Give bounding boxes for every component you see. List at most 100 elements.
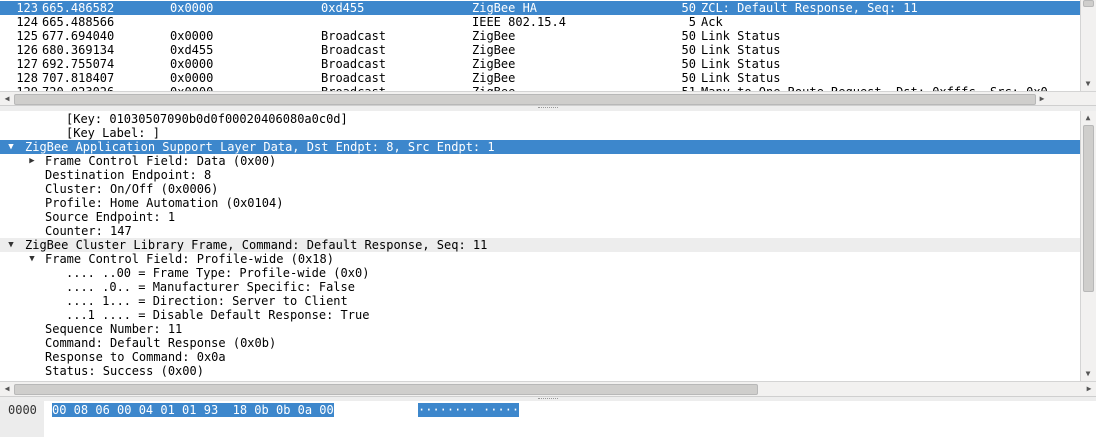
- tree-item[interactable]: [Key: 01030507090b0d0f00020406080a0c0d]: [0, 112, 1081, 126]
- tree-item[interactable]: .... ..00 = Frame Type: Profile-wide (0x…: [0, 266, 1081, 280]
- packet-list-hscroll-thumb[interactable]: [14, 94, 1036, 105]
- tree-item[interactable]: Source Endpoint: 1: [0, 210, 1081, 224]
- offset-column: 0000: [0, 401, 44, 437]
- packet-no-cell: 124: [16, 15, 38, 29]
- packet-row[interactable]: 124 665.488566 IEEE 802.15.4 5 Ack: [0, 15, 1081, 29]
- packet-length-cell: 50: [681, 1, 696, 15]
- tree-item-label: ZigBee Cluster Library Frame, Command: D…: [25, 238, 488, 252]
- packet-list-vertical-scrollbar[interactable]: ▼: [1080, 0, 1096, 91]
- tree-item[interactable]: [Key Label: ]: [0, 126, 1081, 140]
- packet-time-cell: 692.755074: [42, 57, 115, 71]
- tree-item[interactable]: Response to Command: 0x0a: [0, 350, 1081, 364]
- packet-length-cell: 50: [681, 71, 696, 85]
- packet-length-cell: 5: [688, 15, 696, 29]
- tree-item[interactable]: Sequence Number: 11: [0, 322, 1081, 336]
- packet-row[interactable]: 127 692.755074 0x0000 Broadcast ZigBee 50 Link…: [0, 57, 1081, 71]
- tree-section-header[interactable]: ▼ ZigBee Application Support Layer Data, …: [0, 140, 1081, 154]
- tree-item-label: Counter: 147: [45, 224, 132, 238]
- packet-time-cell: 707.818407: [42, 71, 115, 85]
- packet-details-pane: [Key: 01030507090b0d0f00020406080a0c0d][…: [0, 111, 1096, 396]
- tree-item[interactable]: Status: Success (0x00): [0, 364, 1081, 378]
- packet-time-cell: 665.488566: [42, 15, 115, 29]
- scroll-down-arrow-icon[interactable]: ▼: [1082, 368, 1094, 380]
- expand-down-icon[interactable]: ▼: [6, 238, 16, 252]
- tree-item[interactable]: .... 1... = Direction: Server to Client: [0, 294, 1081, 308]
- packet-row[interactable]: 125 677.694040 0x0000 Broadcast ZigBee 50 Link…: [0, 29, 1081, 43]
- ascii-dump-selected[interactable]: ········ ·····: [418, 403, 520, 417]
- packet-row[interactable]: 123 665.486582 0x0000 0xd455 ZigBee HA 50 ZCL:…: [0, 1, 1081, 15]
- tree-item-label: Destination Endpoint: 8: [45, 168, 212, 182]
- packet-protocol-cell: IEEE 802.15.4: [472, 15, 566, 29]
- packet-source-cell: 0x0000: [170, 1, 214, 15]
- tree-item-label: Profile: Home Automation (0x0104): [45, 196, 284, 210]
- packet-no-cell: 128: [16, 71, 38, 85]
- packet-source-cell: 0x0000: [170, 57, 214, 71]
- packet-length-cell: 50: [681, 43, 696, 57]
- tree-item-label: ZigBee Application Support Layer Data, D…: [25, 140, 495, 154]
- packet-no-cell: 126: [16, 43, 38, 57]
- tree-item-label: ...1 .... = Disable Default Response: Tr…: [66, 308, 370, 322]
- tree-item-label: .... 1... = Direction: Server to Client: [66, 294, 348, 308]
- tree-item[interactable]: ▼ Frame Control Field: Profile-wide (0x18…: [0, 252, 1081, 266]
- scroll-up-arrow-icon[interactable]: ▲: [1082, 112, 1094, 124]
- tree-item-label: Status: Success (0x00): [45, 364, 204, 378]
- tree-section-header[interactable]: ▼ ZigBee Cluster Library Frame, Command: …: [0, 238, 1081, 252]
- tree-item-label: [Key Label: ]: [66, 126, 160, 140]
- tree-item[interactable]: Destination Endpoint: 8: [0, 168, 1081, 182]
- details-horizontal-scrollbar[interactable]: ◀ ▶: [0, 381, 1096, 396]
- scroll-right-arrow-icon[interactable]: ▶: [1036, 93, 1048, 105]
- packet-info-cell: Link Status: [701, 57, 781, 71]
- tree-item-label: .... .0.. = Manufacturer Specific: False: [66, 280, 355, 294]
- packet-details-tree: [Key: 01030507090b0d0f00020406080a0c0d][…: [0, 111, 1081, 381]
- scroll-right-arrow-icon[interactable]: ▶: [1083, 383, 1095, 395]
- tree-item[interactable]: Cluster: On/Off (0x0006): [0, 182, 1081, 196]
- packet-row[interactable]: 126 680.369134 0xd455 Broadcast ZigBee 50 Link…: [0, 43, 1081, 57]
- packet-destination-cell: 0xd455: [321, 1, 365, 15]
- tree-item[interactable]: .... .0.. = Manufacturer Specific: False: [0, 280, 1081, 294]
- packet-no-cell: 127: [16, 57, 38, 71]
- tree-item[interactable]: Counter: 147: [0, 224, 1081, 238]
- tree-item[interactable]: Profile: Home Automation (0x0104): [0, 196, 1081, 210]
- tree-item-label: Source Endpoint: 1: [45, 210, 176, 224]
- packet-info-cell: Ack: [701, 15, 723, 29]
- tree-item-label: Cluster: On/Off (0x0006): [45, 182, 219, 196]
- packet-destination-cell: Broadcast: [321, 57, 387, 71]
- scroll-left-arrow-icon[interactable]: ◀: [1, 383, 13, 395]
- packet-protocol-cell: ZigBee HA: [472, 1, 538, 15]
- packet-source-cell: 0x0000: [170, 71, 214, 85]
- details-hscroll-thumb[interactable]: [14, 384, 758, 395]
- tree-item-label: Frame Control Field: Data (0x00): [45, 154, 277, 168]
- details-vertical-scrollbar[interactable]: ▲ ▼: [1080, 111, 1096, 381]
- packet-protocol-cell: ZigBee: [472, 71, 516, 85]
- scroll-down-arrow-icon[interactable]: ▼: [1082, 78, 1094, 90]
- tree-item[interactable]: ▶ Frame Control Field: Data (0x00): [0, 154, 1081, 168]
- tree-item-label: .... ..00 = Frame Type: Profile-wide (0x…: [66, 266, 370, 280]
- scroll-left-arrow-icon[interactable]: ◀: [1, 93, 13, 105]
- packet-destination-cell: Broadcast: [321, 29, 387, 43]
- packet-protocol-cell: ZigBee: [472, 57, 516, 71]
- packet-destination-cell: Broadcast: [321, 71, 387, 85]
- details-vscroll-thumb[interactable]: [1083, 125, 1094, 292]
- tree-item[interactable]: ...1 .... = Disable Default Response: Tr…: [0, 308, 1081, 322]
- packet-row[interactable]: 128 707.818407 0x0000 Broadcast ZigBee 50 Link…: [0, 71, 1081, 85]
- hex-dump-selected[interactable]: 00 08 06 00 04 01 01 93 18 0b 0b 0a 00: [52, 403, 334, 417]
- tree-item-label: [Key: 01030507090b0d0f00020406080a0c0d]: [66, 112, 348, 126]
- tree-item[interactable]: Command: Default Response (0x0b): [0, 336, 1081, 350]
- packet-list-vscroll-thumb[interactable]: [1083, 0, 1094, 7]
- expand-down-icon[interactable]: ▼: [6, 140, 16, 154]
- packet-info-cell: Link Status: [701, 29, 781, 43]
- packet-source-cell: 0x0000: [170, 29, 214, 43]
- packet-list-rows: 123 665.486582 0x0000 0xd455 ZigBee HA 50 ZCL:…: [0, 0, 1081, 91]
- byte-offset: 0000: [8, 403, 37, 417]
- packet-info-cell: ZCL: Default Response, Seq: 11: [701, 1, 918, 15]
- packet-length-cell: 50: [681, 57, 696, 71]
- packet-info-cell: Link Status: [701, 43, 781, 57]
- tree-item-label: Sequence Number: 11: [45, 322, 183, 336]
- packet-info-cell: Link Status: [701, 71, 781, 85]
- expand-right-icon[interactable]: ▶: [27, 154, 37, 168]
- packet-list-horizontal-scrollbar[interactable]: ◀ ▶: [0, 91, 1096, 106]
- packet-protocol-cell: ZigBee: [472, 43, 516, 57]
- packet-time-cell: 677.694040: [42, 29, 115, 43]
- tree-item-label: Frame Control Field: Profile-wide (0x18): [45, 252, 334, 266]
- expand-down-icon[interactable]: ▼: [27, 252, 37, 266]
